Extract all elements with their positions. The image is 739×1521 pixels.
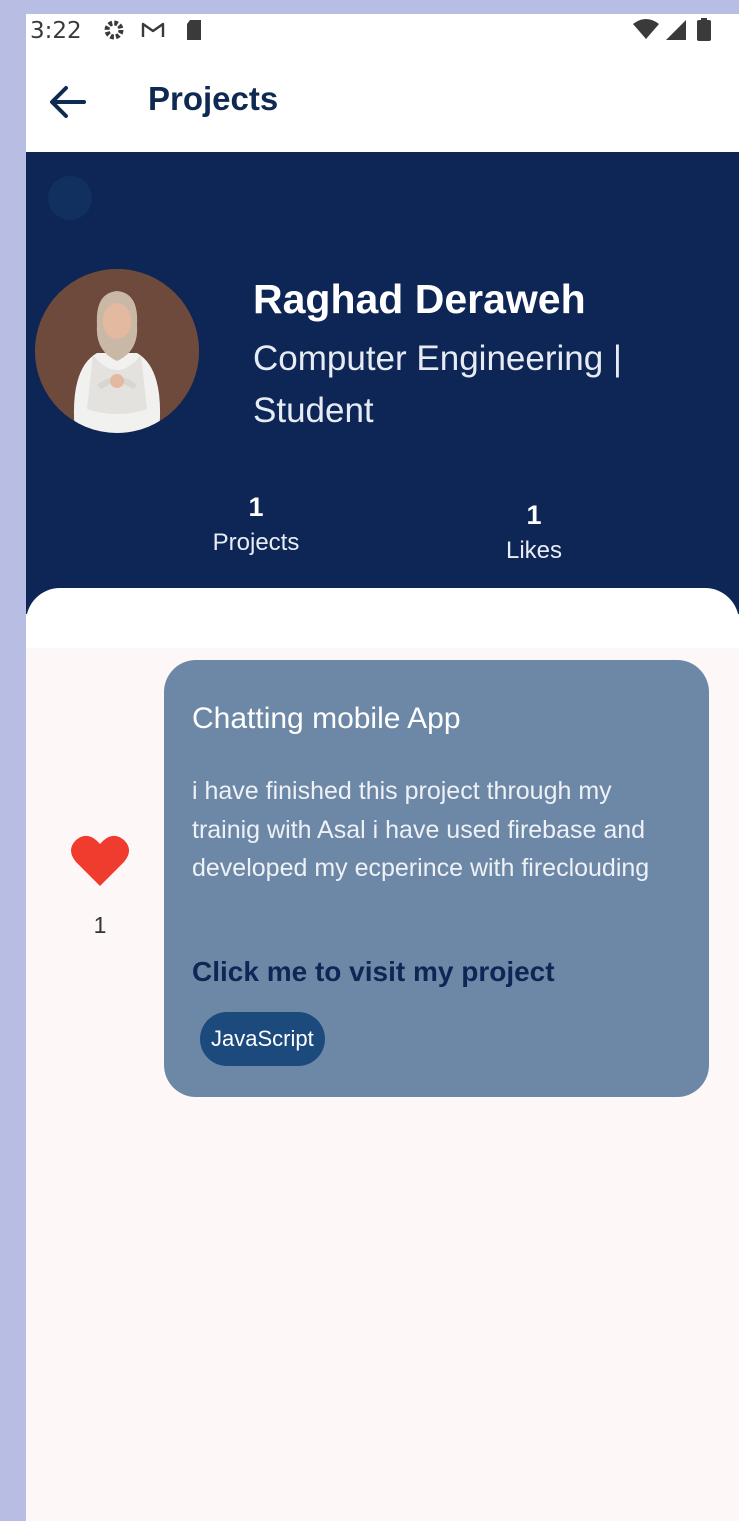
- profile-name: Raghad Deraweh: [253, 276, 586, 322]
- like-count: 1: [93, 912, 107, 938]
- battery-icon: [697, 18, 711, 41]
- stat-likes-value: 1: [526, 500, 542, 530]
- profile-subtitle: Computer Engineering | Student: [253, 339, 623, 430]
- gmail-icon: [141, 22, 165, 37]
- header-faint-icon: [48, 176, 92, 220]
- wifi-icon: [633, 19, 659, 39]
- stat-projects: 1 Projects: [196, 492, 316, 557]
- profile-header: Raghad Deraweh Computer Engineering | St…: [26, 152, 739, 614]
- status-time: 3:22: [30, 18, 82, 44]
- stat-projects-value: 1: [248, 492, 264, 522]
- project-title: Chatting mobile App: [192, 702, 461, 735]
- avatar: [35, 269, 199, 433]
- page-title: Projects: [148, 80, 279, 117]
- visit-project-link[interactable]: Click me to visit my project: [192, 956, 555, 988]
- heart-icon[interactable]: [70, 832, 130, 888]
- sd-card-icon: [187, 20, 201, 40]
- app-bar: Projects: [26, 50, 739, 152]
- avatar-photo: [35, 269, 199, 433]
- stat-projects-label: Projects: [212, 529, 300, 556]
- stat-likes-label: Likes: [505, 537, 563, 564]
- content-sheet-top: [26, 588, 739, 648]
- project-description: i have finished this project through my …: [192, 777, 650, 882]
- stat-likes: 1 Likes: [474, 500, 594, 565]
- phone-screen: 3:22 Projects Raghad Deraweh Computer En…: [26, 14, 739, 1521]
- tag-chip: JavaScript: [200, 1012, 325, 1066]
- arrow-back-icon[interactable]: [46, 80, 90, 124]
- gear-icon: [104, 20, 124, 40]
- status-bar: 3:22: [26, 14, 739, 50]
- signal-icon: [666, 20, 686, 40]
- project-card[interactable]: Chatting mobile App i have finished this…: [164, 660, 709, 1097]
